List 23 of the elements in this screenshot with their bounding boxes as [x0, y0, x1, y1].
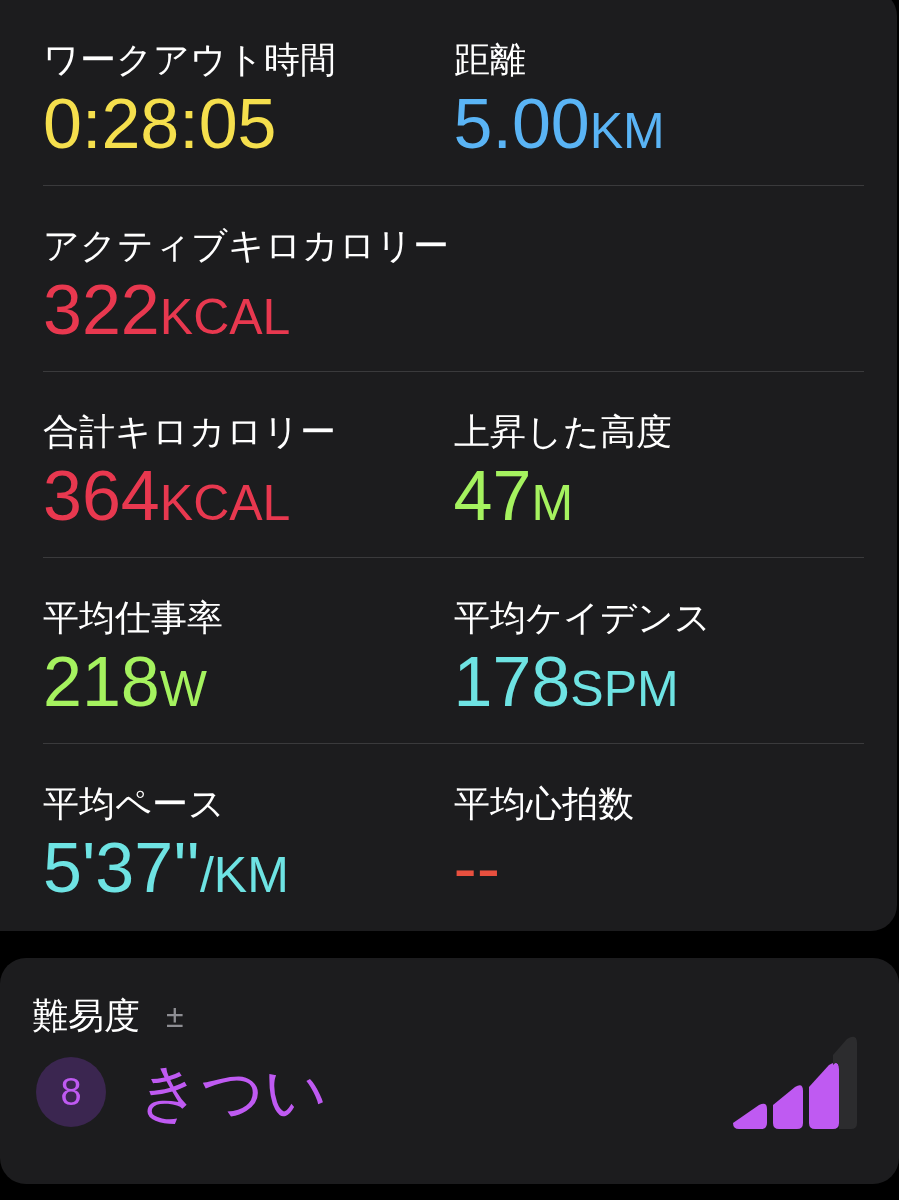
metric-value: 5.00KM: [453, 84, 666, 165]
metric-label: アクティブキロカロリー: [43, 224, 450, 268]
effort-bars-icon: [733, 1035, 857, 1129]
metric-label: 距離: [453, 38, 527, 82]
metric-value: --: [453, 828, 502, 909]
metric-label: 平均ペース: [43, 782, 226, 826]
metric-value: 364KCAL: [43, 456, 292, 537]
metric-value: 218W: [43, 642, 208, 723]
adjust-button[interactable]: ±: [166, 998, 184, 1034]
metric-value: 47M: [453, 456, 575, 537]
metric-value: 178SPM: [453, 642, 680, 723]
effort-label: 難易度: [32, 994, 140, 1038]
metric-label: 平均心拍数: [453, 782, 635, 826]
effort-rating: きつい: [138, 1056, 328, 1128]
metric-value: 322KCAL: [43, 270, 292, 351]
metric-label: 合計キロカロリー: [43, 410, 337, 454]
metric-label: ワークアウト時間: [43, 38, 337, 82]
metric-value: 5'37''/KM: [43, 828, 290, 909]
effort-score: 8: [36, 1057, 106, 1127]
metric-label: 平均ケイデンス: [453, 596, 712, 640]
metric-label: 平均仕事率: [43, 596, 224, 640]
metric-label: 上昇した高度: [453, 410, 673, 454]
metric-value: 0:28:05: [43, 84, 278, 165]
